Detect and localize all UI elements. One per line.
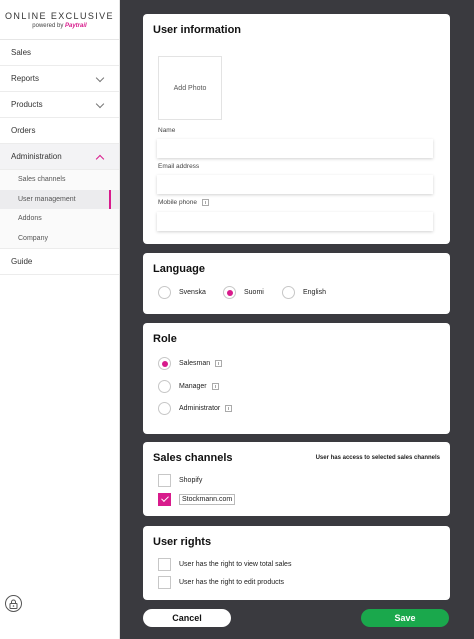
name-input[interactable] <box>157 139 433 158</box>
add-photo-button[interactable]: Add Photo <box>158 56 222 120</box>
checkbox-shopify[interactable] <box>158 474 171 487</box>
language-card: Language Svenska Suomi English <box>143 253 450 314</box>
option-label: Manager <box>179 383 207 390</box>
option-label: Svenska <box>179 289 206 296</box>
subnav-item-label: Company <box>18 234 48 242</box>
sidebar-item-label: Sales <box>11 48 32 57</box>
option-label: User has the right to edit products <box>179 579 285 586</box>
radio-suomi[interactable] <box>223 286 236 299</box>
radio-administrator[interactable] <box>158 402 171 415</box>
sidebar-item-label: Reports <box>11 74 40 83</box>
role-option-salesman[interactable]: Salesman <box>158 357 223 370</box>
sidebar-item-label: Guide <box>11 257 33 266</box>
checkbox-view-total-sales[interactable] <box>158 558 171 571</box>
info-icon[interactable] <box>202 199 210 206</box>
provider-name: Paytrail <box>65 23 87 29</box>
powered-by-text: powered by <box>32 23 64 29</box>
section-title: Sales channels <box>153 452 233 464</box>
sidebar-item-reports[interactable]: Reports <box>0 66 119 92</box>
sidebar-item-label: Administration <box>11 152 62 161</box>
channel-stockmann[interactable]: Stockmann.com <box>158 493 236 506</box>
email-label: Email address <box>158 163 199 170</box>
info-icon[interactable] <box>215 360 223 367</box>
sidebar-item-guide[interactable]: Guide <box>0 249 119 275</box>
option-label: Suomi <box>244 289 264 296</box>
checkbox-stockmann[interactable] <box>158 493 171 506</box>
section-title: Language <box>153 263 205 275</box>
sales-channels-card: Sales channels User has access to select… <box>143 442 450 516</box>
email-label-text: Email address <box>158 163 200 170</box>
option-label: Stockmann.com <box>179 494 236 505</box>
lock-icon <box>9 599 18 609</box>
language-option-suomi[interactable]: Suomi <box>223 286 264 299</box>
brand-subtitle: powered by Paytrail <box>0 23 119 29</box>
subnav-item-user-management[interactable]: User management <box>0 189 119 209</box>
language-option-english[interactable]: English <box>282 286 326 299</box>
radio-svenska[interactable] <box>158 286 171 299</box>
sidebar-item-orders[interactable]: Orders <box>0 118 119 144</box>
right-edit-products[interactable]: User has the right to edit products <box>158 576 284 589</box>
checkbox-edit-products[interactable] <box>158 576 171 589</box>
chevron-down-icon <box>95 73 105 83</box>
info-icon[interactable] <box>225 405 233 412</box>
mobile-phone-label: Mobile phone <box>158 199 210 206</box>
name-label: Name <box>158 127 175 134</box>
sidebar-item-sales[interactable]: Sales <box>0 40 119 66</box>
right-view-total-sales[interactable]: User has the right to view total sales <box>158 558 291 571</box>
channel-shopify[interactable]: Shopify <box>158 474 202 487</box>
name-label-text: Name <box>158 127 176 134</box>
subnav-item-addons[interactable]: Addons <box>0 209 119 229</box>
option-label: User has the right to view total sales <box>179 561 292 568</box>
sidebar-item-administration[interactable]: Administration <box>0 144 119 170</box>
subnav-item-label: Addons <box>18 215 42 223</box>
section-title: User rights <box>153 536 212 548</box>
mobile-phone-input[interactable] <box>157 212 433 231</box>
subnav-item-label: Sales channels <box>18 176 66 184</box>
option-label: Salesman <box>179 360 211 367</box>
brand-title: ONLINE EXCLUSIVE <box>5 11 114 21</box>
add-photo-label: Add Photo <box>173 84 207 92</box>
radio-english[interactable] <box>282 286 295 299</box>
subnav-item-company[interactable]: Company <box>0 229 119 249</box>
brand-logo[interactable]: ONLINE EXCLUSIVE powered by Paytrail <box>0 0 119 40</box>
subnav-item-sales-channels[interactable]: Sales channels <box>0 170 119 190</box>
user-information-card: User information Add Photo Name Email ad… <box>143 14 450 244</box>
role-option-manager[interactable]: Manager <box>158 380 219 393</box>
email-input[interactable] <box>157 175 433 194</box>
save-button[interactable]: Save <box>361 609 449 627</box>
section-title: User information <box>153 24 242 36</box>
option-label: English <box>303 289 326 296</box>
lock-button[interactable] <box>5 595 22 612</box>
sidebar-item-label: Products <box>11 100 43 109</box>
mobile-phone-label-text: Mobile phone <box>158 199 198 206</box>
main-content: User information Add Photo Name Email ad… <box>120 0 474 639</box>
sidebar-item-label: Orders <box>11 126 36 135</box>
sidebar: ONLINE EXCLUSIVE powered by Paytrail Sal… <box>0 0 120 639</box>
language-option-svenska[interactable]: Svenska <box>158 286 206 299</box>
option-label: Shopify <box>179 477 203 484</box>
administration-submenu: Sales channels User management Addons Co… <box>0 170 119 249</box>
role-option-administrator[interactable]: Administrator <box>158 402 233 415</box>
role-card: Role Salesman Manager Administrator <box>143 323 450 434</box>
chevron-up-icon <box>95 154 105 164</box>
sales-channels-hint: User has access to selected sales channe… <box>315 455 440 461</box>
subnav-item-label: User management <box>18 195 76 203</box>
radio-manager[interactable] <box>158 380 171 393</box>
sidebar-item-products[interactable]: Products <box>0 92 119 118</box>
option-label: Administrator <box>179 405 221 412</box>
radio-salesman[interactable] <box>158 357 171 370</box>
chevron-down-icon <box>95 99 105 109</box>
cancel-button[interactable]: Cancel <box>143 609 231 627</box>
user-rights-card: User rights User has the right to view t… <box>143 526 450 600</box>
info-icon[interactable] <box>211 383 219 390</box>
section-title: Role <box>153 333 177 345</box>
